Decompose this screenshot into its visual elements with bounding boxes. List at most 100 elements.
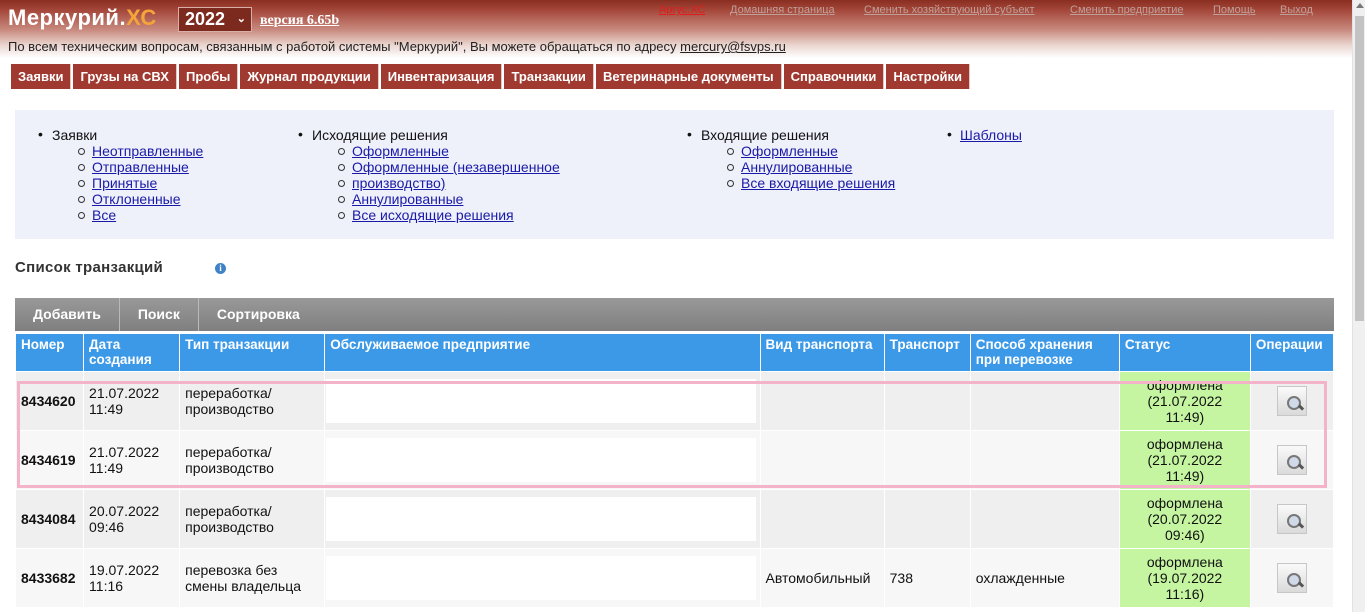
col-header-operations: Операции	[1250, 334, 1333, 371]
status-time: 09:46)	[1165, 527, 1205, 543]
redacted-block	[326, 556, 756, 600]
menu-gruzy-svh[interactable]: Грузы на СВХ	[73, 64, 177, 89]
status-date: (21.07.2022	[1147, 452, 1223, 468]
submenu-head: Входящие решения	[679, 126, 895, 143]
view-details-icon[interactable]	[1276, 386, 1307, 416]
menu-tranzakcii[interactable]: Транзакции	[504, 64, 594, 89]
submenu-link[interactable]: Неотправленные	[30, 143, 203, 159]
col-header-number[interactable]: Номер	[16, 334, 84, 371]
cell-storage	[970, 431, 1119, 489]
scroll-thumb[interactable]	[1355, 16, 1364, 321]
toolbar: Добавить Поиск Сортировка	[15, 298, 1334, 331]
version-link[interactable]: версия 6.65b	[260, 13, 339, 29]
vertical-scrollbar[interactable]	[1352, 0, 1365, 612]
status-badge: оформлена (20.07.2022 09:46)	[1119, 490, 1250, 548]
col-header-date[interactable]: Дата создания	[84, 334, 180, 371]
submenu-link[interactable]: Отклоненные	[30, 191, 203, 207]
type-text-2: производство	[185, 519, 274, 535]
search-button[interactable]: Поиск	[120, 298, 199, 331]
logo-text: Меркурий.	[8, 5, 127, 30]
table-row[interactable]: 8434620 21.07.2022 11:49 переработка/прои…	[16, 372, 1333, 430]
col-header-type[interactable]: Тип транзакции	[180, 334, 325, 371]
submenu-link-cont[interactable]: производство)	[290, 175, 560, 191]
cell-transport: 738	[884, 549, 970, 607]
submenu-link[interactable]: Оформленные	[679, 143, 895, 159]
type-text: переработка/	[185, 503, 272, 519]
menu-nastroyki[interactable]: Настройки	[886, 64, 971, 89]
table-row[interactable]: 8433682 19.07.2022 11:16 перевозка без сме…	[16, 549, 1333, 607]
templates-link[interactable]: Шаблоны	[947, 126, 1022, 143]
cell-storage	[970, 490, 1119, 548]
cell-date: 21.07.2022 11:49	[84, 372, 180, 430]
submenu-col-incoming: Входящие решения Оформленные Аннулирован…	[679, 126, 895, 191]
cell-enterprise	[325, 372, 760, 430]
scroll-up-icon[interactable]	[1356, 3, 1364, 8]
cell-type: переработка/производство	[180, 372, 325, 430]
type-text: переработка/	[185, 444, 272, 460]
cell-transport-kind	[760, 490, 884, 548]
redacted-block	[326, 379, 756, 423]
home-link[interactable]: Домашняя страница	[730, 4, 835, 16]
cell-transport	[884, 490, 970, 548]
info-icon[interactable]: i	[215, 263, 226, 274]
submenu-link[interactable]: Оформленные	[290, 143, 560, 159]
cell-transport	[884, 431, 970, 489]
add-button[interactable]: Добавить	[15, 298, 120, 331]
help-link[interactable]: Помощь	[1213, 4, 1256, 16]
cell-date: 19.07.2022 11:16	[84, 549, 180, 607]
cell-number[interactable]: 8434619	[16, 431, 84, 489]
argus-link[interactable]: Аргус.ХС	[659, 4, 705, 16]
cell-operations	[1250, 431, 1333, 489]
year-select[interactable]: 2022 ⌄	[178, 7, 252, 32]
time-text: 09:46	[89, 519, 125, 535]
submenu-link[interactable]: Все	[30, 207, 203, 223]
col-header-enterprise[interactable]: Обслуживаемое предприятие	[325, 334, 760, 371]
submenu-link[interactable]: Аннулированные	[679, 159, 895, 175]
change-subject-link[interactable]: Сменить хозяйствующий субъект	[864, 4, 1035, 16]
cell-number[interactable]: 8434084	[16, 490, 84, 548]
submenu-link[interactable]: Оформленные (незавершенное	[290, 159, 560, 175]
cell-date: 21.07.2022 11:49	[84, 431, 180, 489]
page-title: Список транзакций	[15, 259, 164, 276]
submenu-link[interactable]: Отправленные	[30, 159, 203, 175]
submenu-link[interactable]: Принятые	[30, 175, 203, 191]
cell-transport-kind	[760, 431, 884, 489]
menu-zhurnal[interactable]: Журнал продукции	[240, 64, 379, 89]
app-logo[interactable]: Меркурий.ХС	[8, 5, 157, 31]
cell-number[interactable]: 8434620	[16, 372, 84, 430]
submenu-link[interactable]: Аннулированные	[290, 191, 560, 207]
table-row[interactable]: 8434619 21.07.2022 11:49 переработка/прои…	[16, 431, 1333, 489]
status-text: оформлена	[1146, 436, 1223, 452]
col-header-storage[interactable]: Способ хранения при перевозке	[970, 334, 1119, 371]
menu-inventarizaciya[interactable]: Инвентаризация	[380, 64, 503, 89]
date-text: 21.07.2022	[89, 385, 160, 401]
change-enterprise-link[interactable]: Сменить предприятие	[1070, 4, 1184, 16]
menu-zayavki[interactable]: Заявки	[11, 64, 72, 89]
cell-storage: охлажденные	[970, 549, 1119, 607]
sort-button[interactable]: Сортировка	[199, 298, 318, 331]
col-header-transport[interactable]: Транспорт	[884, 334, 970, 371]
submenu-link[interactable]: Все исходящие решения	[290, 207, 560, 223]
col-header-transport-kind[interactable]: Вид транспорта	[760, 334, 884, 371]
status-text: оформлена	[1146, 554, 1223, 570]
type-text: переработка/	[185, 385, 272, 401]
cell-type: перевозка без смены владельца	[180, 549, 325, 607]
view-details-icon[interactable]	[1276, 445, 1307, 475]
logout-link[interactable]: Выход	[1280, 4, 1313, 16]
view-details-icon[interactable]	[1276, 504, 1307, 534]
date-text: 20.07.2022	[89, 503, 160, 519]
submenu-panel: Заявки Неотправленные Отправленные Приня…	[15, 110, 1334, 239]
submenu-link[interactable]: Все входящие решения	[679, 175, 895, 191]
status-time: 11:49)	[1165, 409, 1205, 425]
col-header-status[interactable]: Статус	[1119, 334, 1250, 371]
support-email-link[interactable]: mercury@fsvps.ru	[680, 39, 786, 54]
view-details-icon[interactable]	[1276, 563, 1307, 593]
cell-number[interactable]: 8433682	[16, 549, 84, 607]
table-row[interactable]: 8434084 20.07.2022 09:46 переработка/прои…	[16, 490, 1333, 548]
type-text: перевозка без	[185, 562, 278, 578]
redacted-block	[326, 438, 756, 482]
menu-spravochniki[interactable]: Справочники	[783, 64, 885, 89]
cell-storage	[970, 372, 1119, 430]
menu-proby[interactable]: Пробы	[178, 64, 239, 89]
menu-vet-docs[interactable]: Ветеринарные документы	[595, 64, 782, 89]
